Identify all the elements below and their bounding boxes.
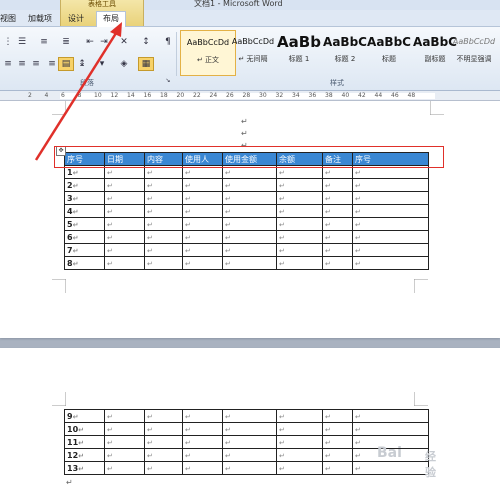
annotation-arrow-icon	[34, 22, 122, 161]
watermark-logo: Bai 经验	[377, 445, 436, 479]
watermark-text: Bai	[377, 445, 402, 461]
watermark-subtext: 经验	[425, 450, 436, 479]
